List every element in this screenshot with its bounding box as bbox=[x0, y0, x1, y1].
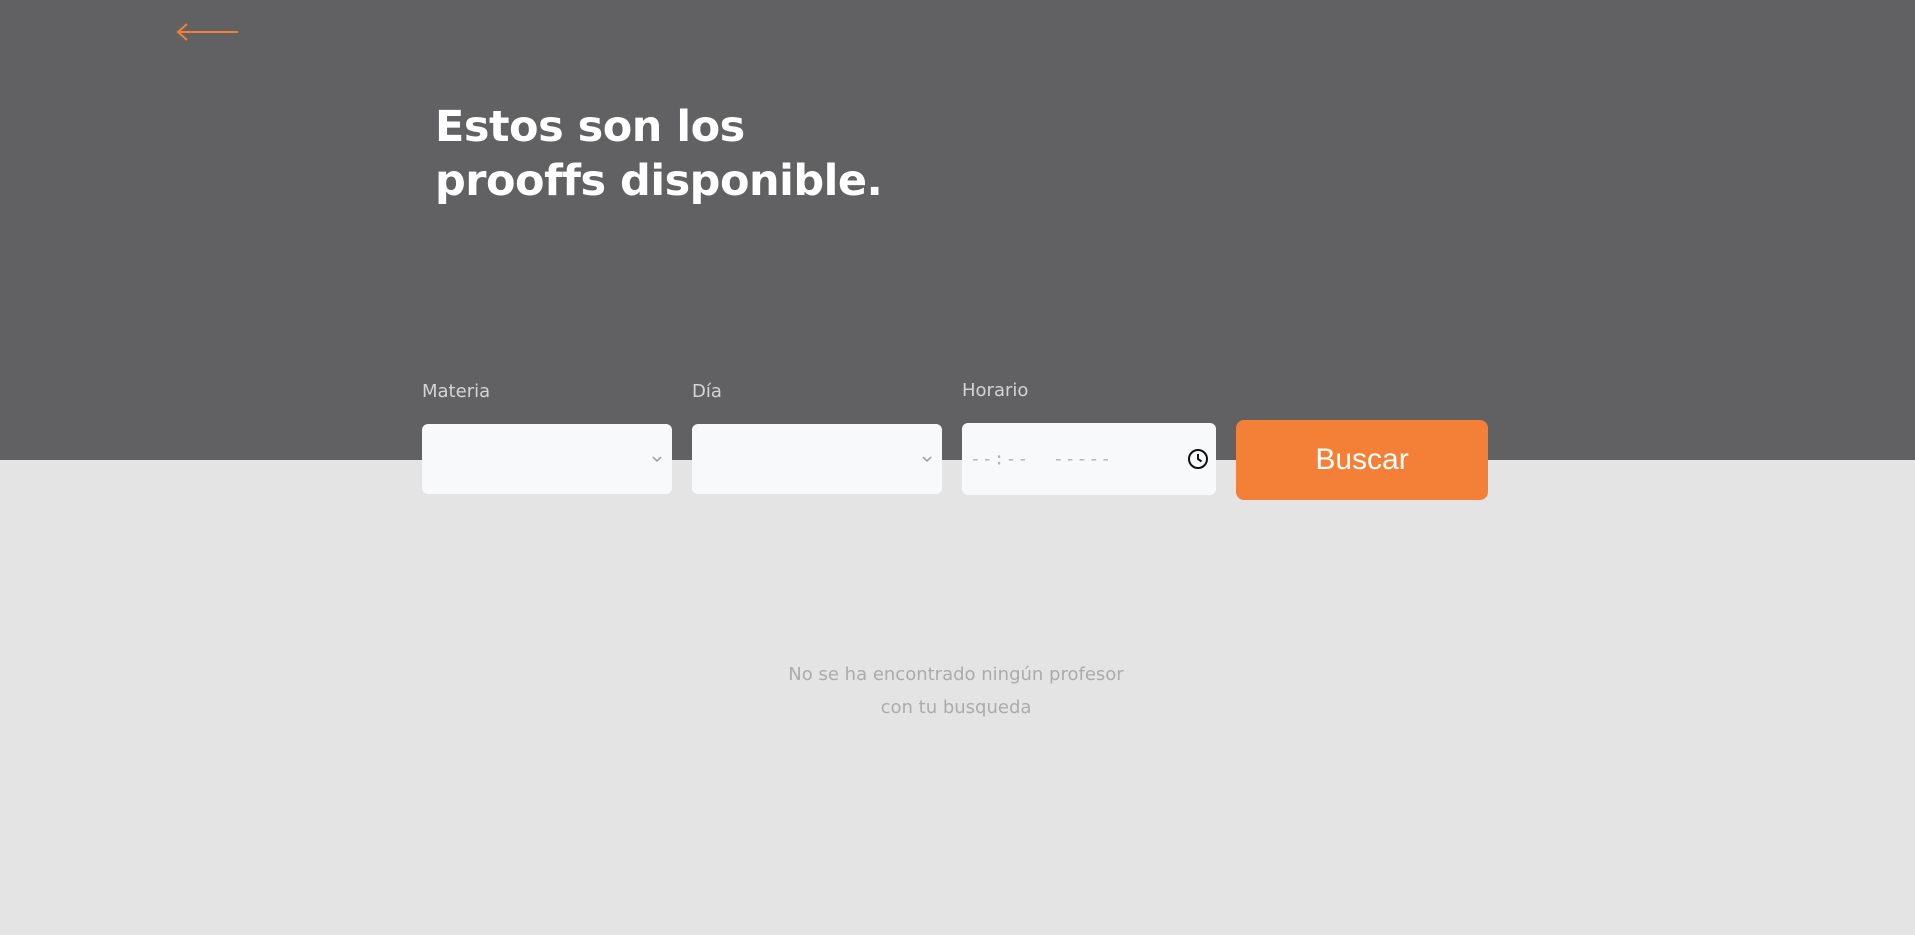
empty-results-message: No se ha encontrado ningún profesor con … bbox=[756, 658, 1156, 724]
hero-banner bbox=[0, 0, 1915, 460]
clock-icon[interactable] bbox=[1186, 447, 1210, 471]
time-input[interactable]: --:-- ----- bbox=[962, 423, 1216, 495]
back-button[interactable] bbox=[176, 20, 240, 44]
day-select[interactable] bbox=[692, 424, 942, 494]
day-label: Día bbox=[692, 381, 722, 402]
empty-results-line1: No se ha encontrado ningún profesor bbox=[788, 664, 1124, 685]
time-input-value: --:-- ----- bbox=[970, 448, 1113, 470]
page-title: Estos son los prooffs disponible. bbox=[435, 100, 883, 208]
page-title-line2: prooffs disponible. bbox=[435, 156, 883, 206]
chevron-down-icon bbox=[652, 456, 662, 463]
page-title-line1: Estos son los bbox=[435, 102, 745, 152]
empty-results-line2: con tu busqueda bbox=[880, 697, 1032, 718]
search-button[interactable]: Buscar bbox=[1236, 420, 1488, 500]
time-label: Horario bbox=[962, 380, 1029, 401]
subject-select[interactable] bbox=[422, 424, 672, 494]
arrow-left-icon bbox=[176, 23, 238, 41]
chevron-down-icon bbox=[922, 456, 932, 463]
subject-label: Materia bbox=[422, 381, 491, 402]
